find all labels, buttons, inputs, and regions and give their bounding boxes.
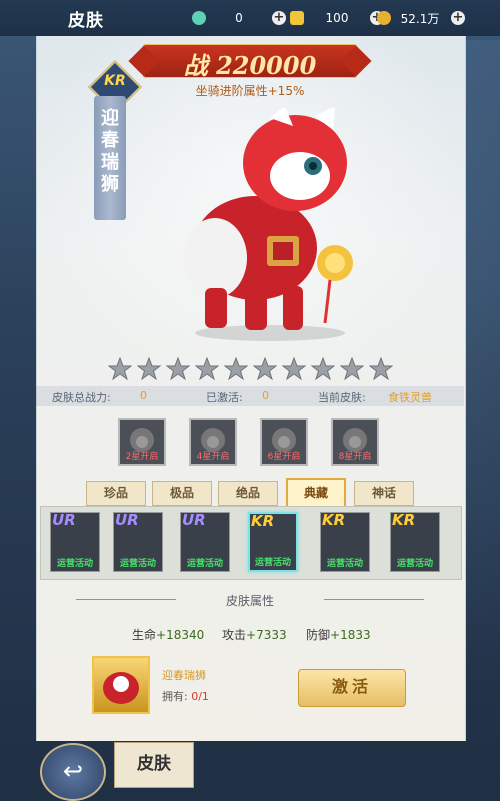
back-arrow-icon: ↩ [62,757,84,785]
tab-epic[interactable]: 极品 [152,481,212,506]
star-icon [282,357,306,381]
star-slot-2[interactable]: 2星开启 [118,418,166,466]
grade-tag: KR [392,512,416,529]
currency-gold: 100 + [290,9,384,27]
star-slot-6[interactable]: 6星开启 [260,418,308,466]
star-icon [108,357,132,381]
back-button[interactable]: ↩ [40,743,106,801]
skin-card[interactable]: KR 运营活动 [390,512,440,572]
star-icon [137,357,161,381]
skin-item-icon[interactable] [92,656,150,714]
card-label: 运营活动 [396,559,433,569]
attributes-title: 皮肤属性 [225,594,274,608]
star-icon [369,357,393,381]
total-power-label: 皮肤总战力: [52,391,111,404]
skin-info-bar: 皮肤总战力: 0 已激活: 0 当前皮肤: 食铁灵兽 [36,386,464,406]
grade-tag: UR [182,512,206,529]
name-scroll: 迎春瑞狮 [94,96,126,220]
grade-tag: UR [115,512,139,529]
currency-value: 100 [325,11,349,25]
card-label: 运营活动 [186,559,223,569]
card-label: 运营活动 [326,559,363,569]
star-icon [195,357,219,381]
mount-bonus: 坐骑进阶属性+15% [195,84,305,98]
total-power-value: 0 [140,389,147,402]
activated-label: 已激活: [206,391,243,404]
skin-card-selected[interactable]: KR 运营活动 [248,512,298,572]
power-banner: 战 220000 [143,44,357,80]
current-skin-label: 当前皮肤: [318,391,366,404]
tab-rare[interactable]: 珍品 [86,481,146,506]
add-jade-button[interactable]: + [272,11,286,25]
currency-value: 0 [235,11,243,25]
item-name: 迎春瑞狮 [162,669,206,682]
add-coin-button[interactable]: + [451,11,465,25]
activated-value: 0 [262,389,269,402]
current-skin-value: 食铁灵兽 [388,391,432,404]
star-rating [108,357,393,381]
tab-collection[interactable]: 典藏 [286,478,346,508]
top-bar: 皮肤 0 + 100 + 52.1万 + [0,0,500,36]
star-icon [340,357,364,381]
activate-button[interactable]: 激活 [298,669,406,707]
skin-name: 迎春瑞狮 [101,108,119,195]
currency-jade: 0 + [192,9,286,27]
grade-tag: KR [322,512,346,529]
currency-value: 52.1万 [400,11,440,26]
grade-badge-label: KR [104,73,126,89]
skin-card[interactable]: UR 运营活动 [50,512,100,572]
currency-coin: 52.1万 + [377,9,465,27]
star-icon [166,357,190,381]
star-icon [224,357,248,381]
card-label: 运营活动 [119,559,156,569]
skin-card[interactable]: UR 运营活动 [113,512,163,572]
star-slot-8[interactable]: 8星开启 [331,418,379,466]
gold-ingot-icon [290,11,304,25]
tab-legend[interactable]: 绝品 [218,481,278,506]
item-owned: 拥有: 0/1 [162,690,209,703]
slot-label: 2星开启 [125,452,159,462]
divider [324,599,424,600]
card-label: 运营活动 [56,559,93,569]
card-label: 运营活动 [254,558,291,568]
skin-card[interactable]: KR 运营活动 [320,512,370,572]
stat-defense: 防御+1833 [306,628,371,642]
star-slot-4[interactable]: 4星开启 [189,418,237,466]
jade-icon [192,11,206,25]
stat-hp: 生命+18340 [132,628,205,642]
lion-mount-image [183,108,353,341]
slot-label: 4星开启 [196,452,230,462]
grade-tag: KR [251,512,275,530]
star-icon [311,357,335,381]
slot-label: 8星开启 [338,452,372,462]
skin-card[interactable]: UR 运营活动 [180,512,230,572]
slot-label: 6星开启 [267,452,301,462]
grade-tag: UR [52,512,76,529]
page-title: 皮肤 [68,11,104,31]
stat-attack: 攻击+7333 [222,628,287,642]
skin-menu-button[interactable]: 皮肤 [114,742,194,788]
tab-myth[interactable]: 神话 [354,481,414,506]
power-value: 战 220000 [183,51,317,80]
coin-icon [377,11,391,25]
star-icon [253,357,277,381]
